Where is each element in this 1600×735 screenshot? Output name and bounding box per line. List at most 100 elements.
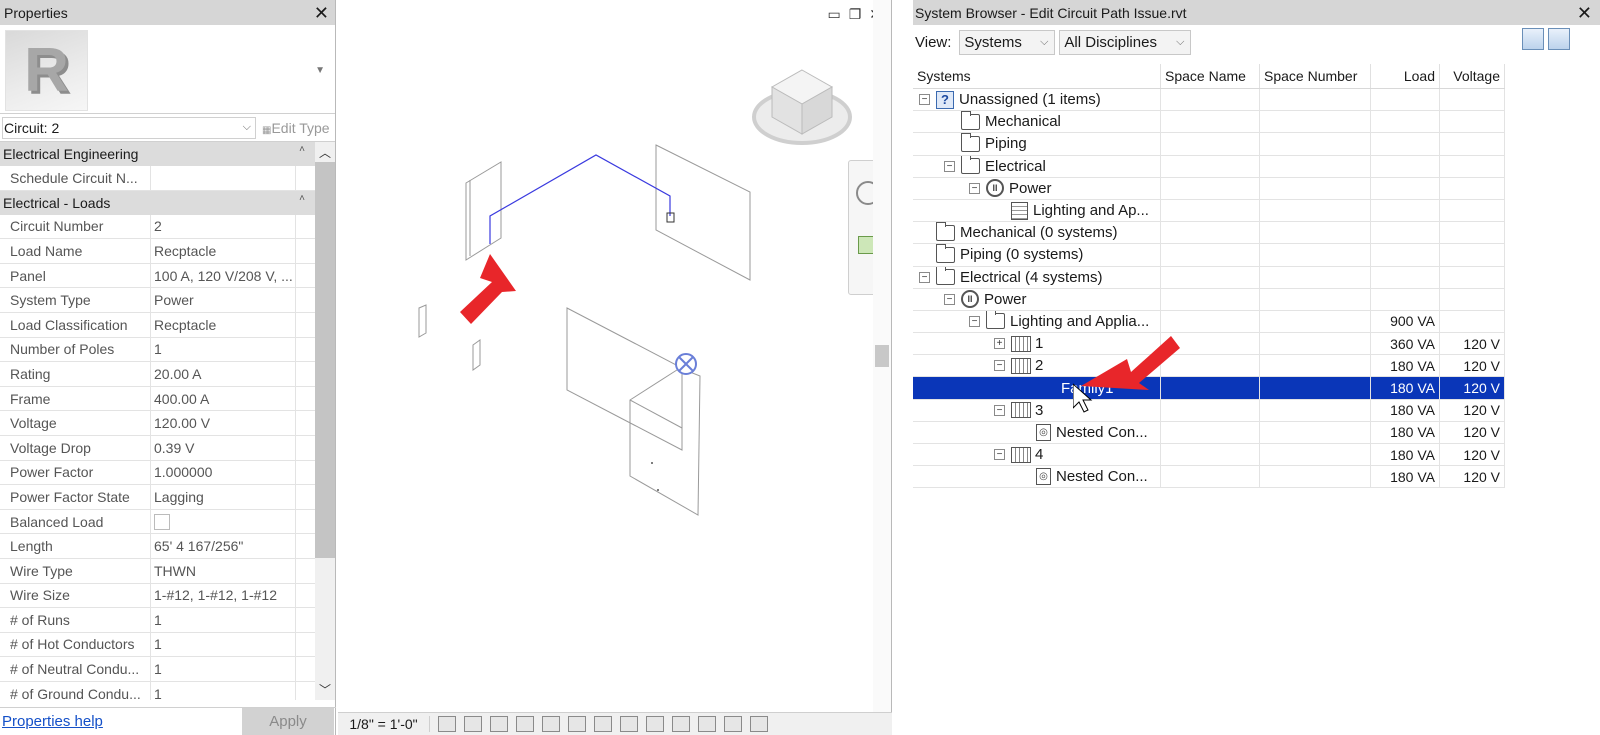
column-voltage[interactable]: Voltage	[1440, 64, 1505, 88]
property-value[interactable]: 1	[151, 608, 296, 632]
minimize-icon[interactable]: ▭	[827, 6, 840, 23]
visual-style-icon[interactable]	[464, 716, 482, 732]
tree-row[interactable]: − II Power	[913, 288, 1505, 311]
tree-row[interactable]: ◎ Nested Con... 180 VA 120 V	[913, 466, 1505, 489]
viewport-scrollbar[interactable]	[873, 0, 891, 712]
balanced-load-checkbox[interactable]	[154, 513, 170, 530]
tree-row[interactable]: − Electrical	[913, 155, 1505, 178]
column-space-number[interactable]: Space Number	[1260, 64, 1371, 88]
properties-help-link[interactable]: Properties help	[0, 713, 103, 730]
column-systems[interactable]: Systems	[913, 64, 1161, 88]
restore-icon[interactable]: ❐	[849, 6, 862, 23]
view-scale[interactable]: 1/8" = 1'-0"	[338, 716, 430, 732]
tree-row[interactable]: Mechanical	[913, 111, 1505, 134]
property-value[interactable]: 2	[151, 214, 296, 239]
tree-row[interactable]: −? Unassigned (1 items)	[913, 89, 1505, 112]
property-value[interactable]: THWN	[151, 558, 296, 583]
collapse-icon[interactable]: −	[919, 271, 930, 283]
scrollbar-thumb[interactable]	[315, 162, 335, 558]
autofit-columns-icon[interactable]	[1522, 28, 1544, 50]
column-space-name[interactable]: Space Name	[1161, 64, 1260, 88]
hide-isolate-icon[interactable]	[646, 716, 664, 732]
systems-cell[interactable]: − II Power	[913, 177, 1161, 199]
reveal-hidden-icon[interactable]	[672, 716, 690, 732]
systems-cell[interactable]: Lighting and Ap...	[913, 199, 1161, 222]
show-crop-icon[interactable]	[594, 716, 612, 732]
property-value[interactable]: 0.39 V	[151, 435, 296, 460]
systems-cell[interactable]: Mechanical (0 systems)	[913, 222, 1161, 244]
crop-view-icon[interactable]	[568, 716, 586, 732]
apply-button[interactable]: Apply	[242, 708, 334, 735]
systems-cell[interactable]: ◎ Nested Con...	[913, 466, 1161, 488]
property-value[interactable]: 1	[151, 632, 296, 657]
collapse-icon[interactable]: −	[994, 360, 1005, 372]
column-settings-icon[interactable]	[1548, 28, 1570, 50]
systems-cell[interactable]: − II Power	[913, 288, 1161, 310]
scrollbar-thumb[interactable]	[875, 345, 889, 367]
property-group-header[interactable]: Electrical Engineering ˄	[0, 142, 315, 166]
property-value[interactable]: 100 A, 120 V/208 V, ...	[151, 263, 296, 288]
property-value[interactable]: Power	[151, 288, 296, 312]
instance-selector[interactable]: Circuit: 2 ⌵	[2, 116, 256, 139]
column-load[interactable]: Load	[1371, 64, 1440, 88]
collapse-icon[interactable]: −	[944, 160, 955, 172]
systems-cell[interactable]: −? Unassigned (1 items)	[913, 89, 1161, 111]
systems-cell[interactable]: − Electrical	[913, 155, 1161, 177]
scroll-up-icon[interactable]: ︿	[319, 144, 331, 161]
property-value[interactable]: 1	[151, 681, 296, 700]
property-value[interactable]	[151, 166, 296, 190]
tree-row[interactable]: − II Power	[913, 177, 1505, 200]
property-value[interactable]	[151, 509, 296, 534]
collapse-icon[interactable]: ˄	[299, 193, 305, 204]
systems-cell[interactable]: Mechanical	[913, 111, 1161, 133]
collapse-icon[interactable]: ˄	[299, 144, 305, 155]
chevron-down-icon[interactable]: ▼	[315, 65, 325, 76]
tree-row[interactable]: Piping	[913, 133, 1505, 156]
sun-path-icon[interactable]	[490, 716, 508, 732]
tree-row[interactable]: −4 180 VA 120 V	[913, 444, 1505, 467]
temporary-properties-icon[interactable]	[698, 716, 716, 732]
property-value[interactable]: Recptacle	[151, 239, 296, 263]
scroll-down-icon[interactable]: ﹀	[319, 681, 331, 698]
worksharing-icon[interactable]	[724, 716, 742, 732]
close-icon[interactable]: ✕	[1577, 4, 1592, 22]
property-value[interactable]: 65' 4 167/256"	[151, 534, 296, 558]
collapse-icon[interactable]: −	[944, 293, 955, 305]
tree-row[interactable]: ◎ Nested Con... 180 VA 120 V	[913, 421, 1505, 444]
property-value[interactable]: 1.000000	[151, 460, 296, 485]
systems-cell[interactable]: −4	[913, 444, 1161, 466]
property-value[interactable]: 1-#12, 1-#12, 1-#12	[151, 583, 296, 608]
property-value[interactable]: 1	[151, 657, 296, 681]
edit-type-button[interactable]: ▦Edit Type	[256, 120, 335, 136]
collapse-icon[interactable]: −	[969, 315, 980, 327]
3d-viewport[interactable]: ▭ ❐ ✕ 1/8" = 1'-0"	[338, 0, 892, 735]
properties-scrollbar[interactable]: ︿ ﹀	[315, 142, 335, 700]
lock-view-icon[interactable]	[620, 716, 638, 732]
property-value[interactable]: 20.00 A	[151, 362, 296, 386]
property-value[interactable]: 1	[151, 337, 296, 362]
view-dropdown[interactable]: Systems ⌵	[959, 30, 1056, 55]
model-drawing[interactable]	[338, 0, 874, 712]
collapse-icon[interactable]: −	[969, 182, 980, 194]
expand-icon[interactable]: +	[994, 338, 1005, 350]
property-value[interactable]: Lagging	[151, 485, 296, 509]
property-value[interactable]: Recptacle	[151, 312, 296, 337]
tree-row[interactable]: − Electrical (4 systems)	[913, 266, 1505, 289]
discipline-dropdown[interactable]: All Disciplines ⌵	[1059, 30, 1192, 55]
property-group-header[interactable]: Electrical - Loads ˄	[0, 190, 315, 215]
collapse-icon[interactable]: −	[994, 404, 1005, 416]
rendering-icon[interactable]	[542, 716, 560, 732]
close-icon[interactable]: ✕	[314, 4, 329, 22]
detail-level-icon[interactable]	[438, 716, 456, 732]
tree-row[interactable]: Lighting and Ap...	[913, 199, 1505, 223]
property-value[interactable]: 400.00 A	[151, 386, 296, 411]
analytical-model-icon[interactable]	[750, 716, 768, 732]
systems-cell[interactable]: − Electrical (4 systems)	[913, 266, 1161, 288]
systems-cell[interactable]: ◎ Nested Con...	[913, 421, 1161, 443]
collapse-icon[interactable]: −	[919, 94, 930, 106]
property-value[interactable]: 120.00 V	[151, 411, 296, 435]
collapse-icon[interactable]: −	[994, 449, 1005, 461]
shadows-icon[interactable]	[516, 716, 534, 732]
systems-cell[interactable]: Piping (0 systems)	[913, 244, 1161, 266]
tree-row[interactable]: Mechanical (0 systems)	[913, 222, 1505, 245]
